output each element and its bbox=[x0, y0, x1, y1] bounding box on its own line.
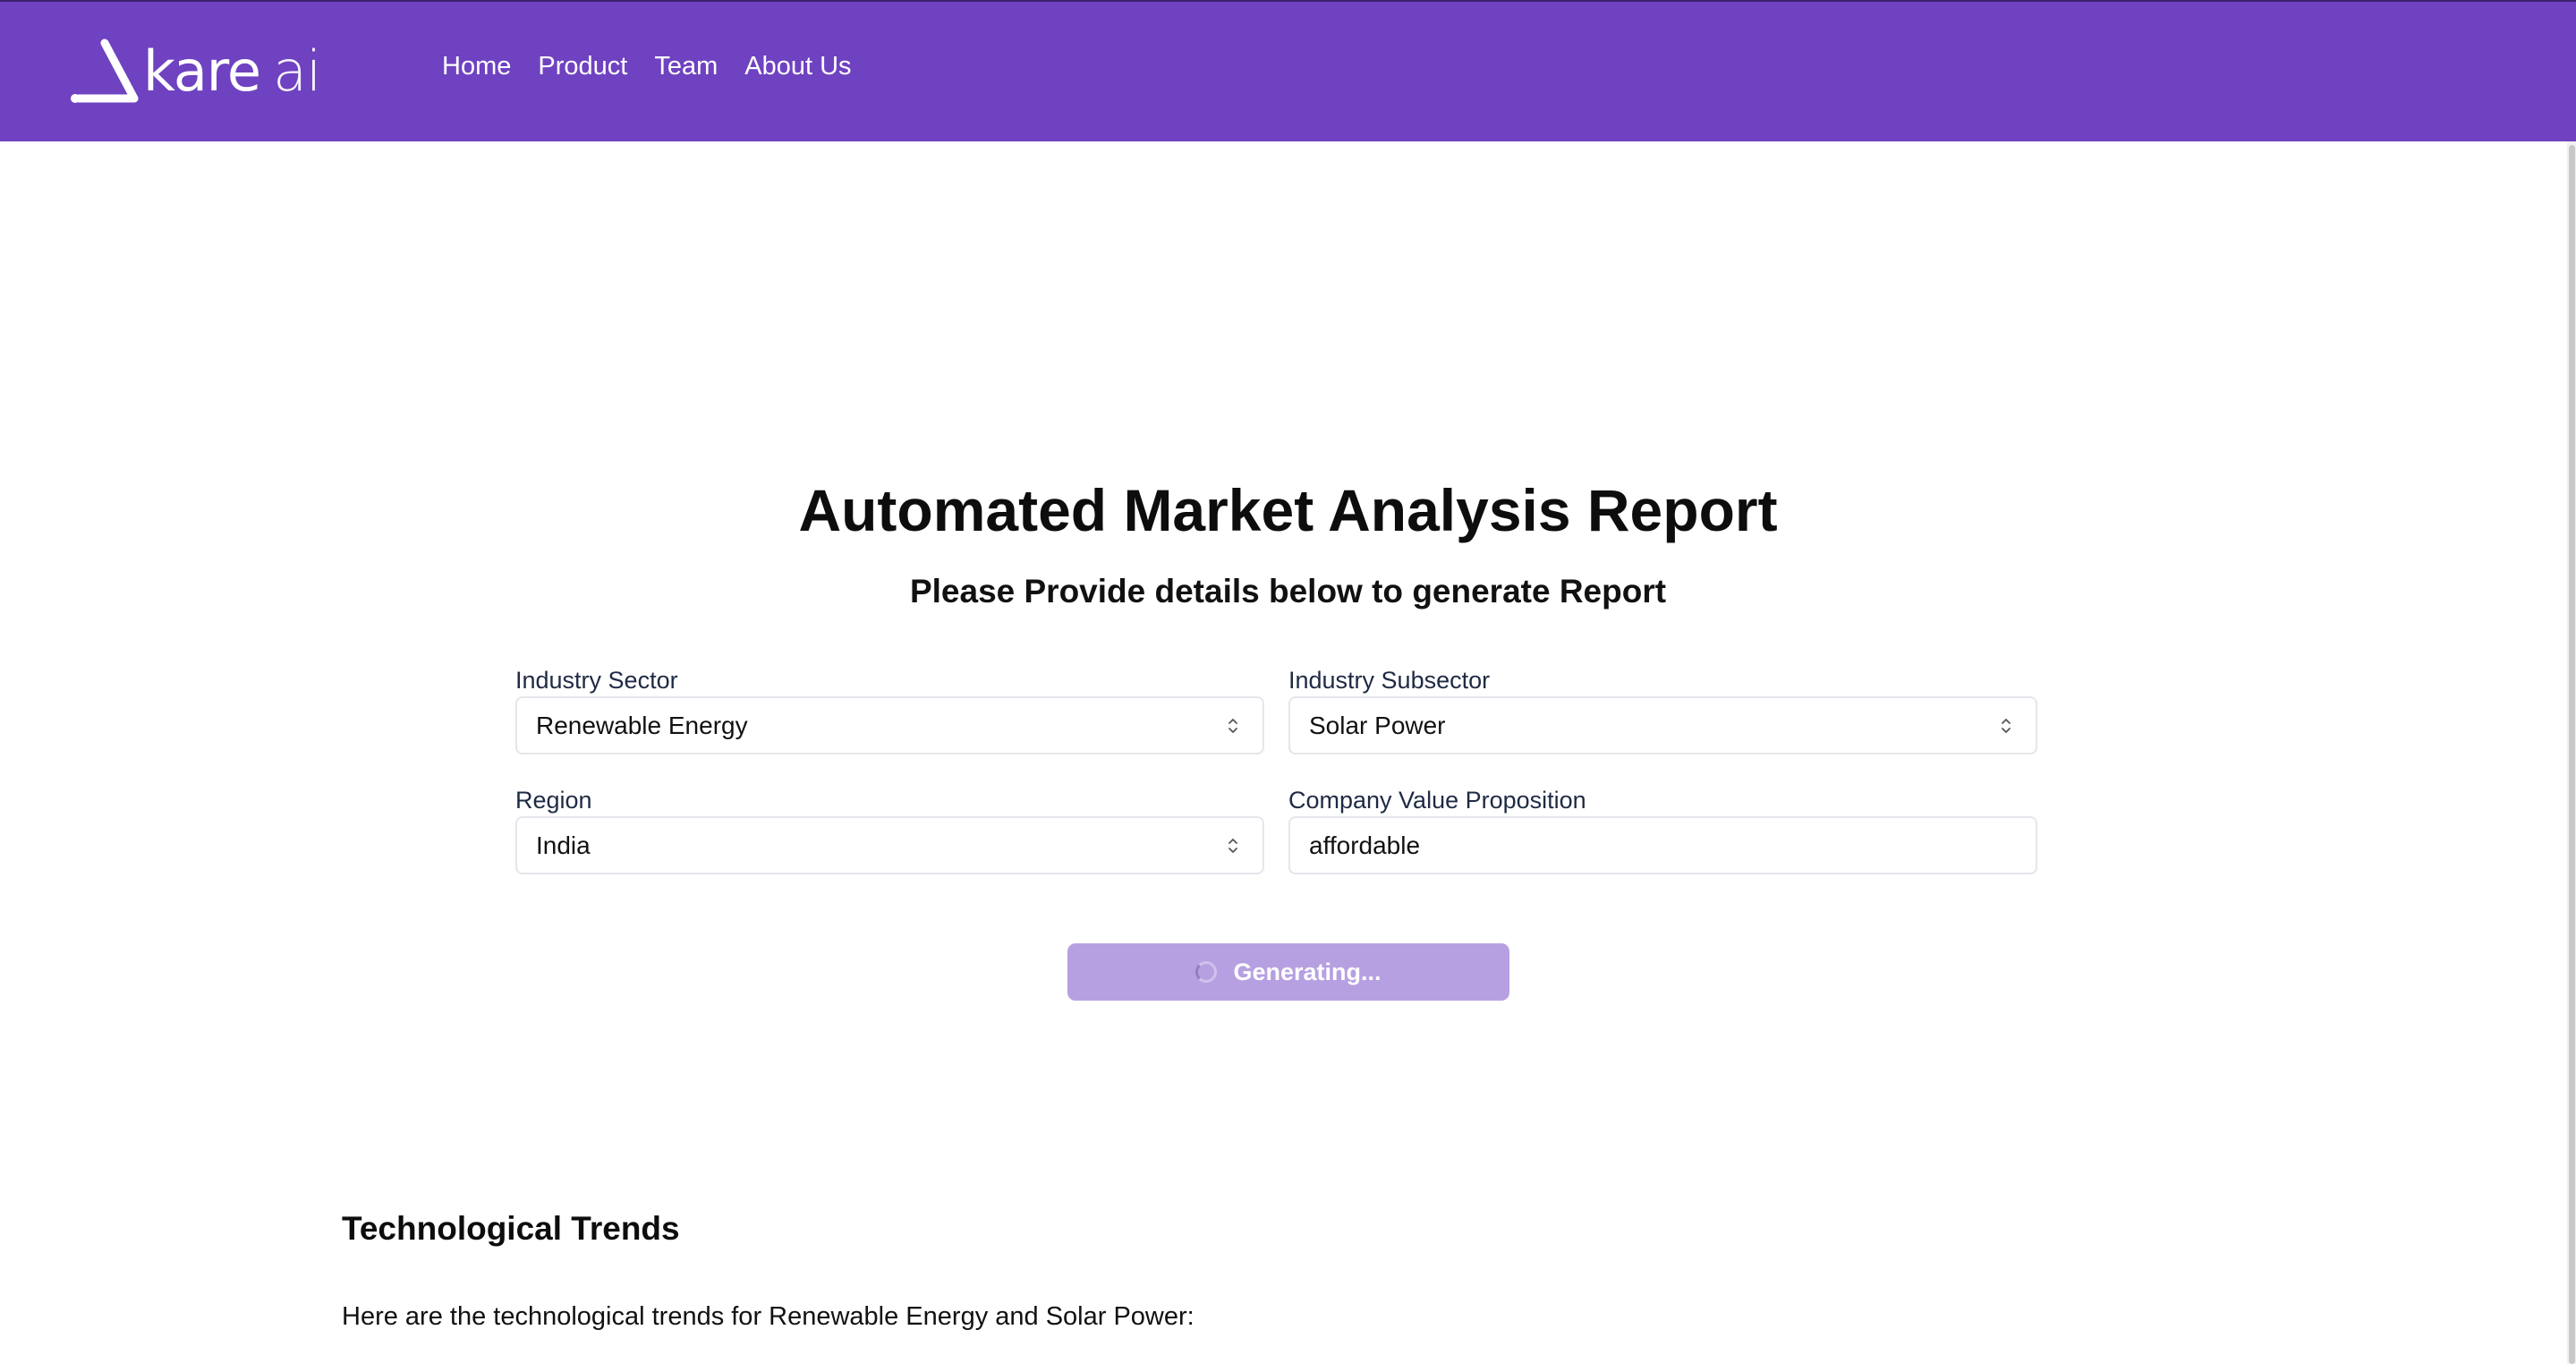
industry-subsector-select[interactable]: Solar Power bbox=[1288, 696, 2037, 754]
value-proposition-value: affordable bbox=[1309, 831, 1421, 859]
industry-subsector-label: Industry Subsector bbox=[1288, 667, 1491, 694]
logo-name: kare bbox=[143, 38, 261, 104]
industry-sector-select[interactable]: Renewable Energy bbox=[515, 696, 1264, 754]
industry-subsector-value: Solar Power bbox=[1309, 711, 1446, 739]
region-value: India bbox=[536, 831, 591, 859]
chevron-up-down-icon bbox=[1228, 838, 1237, 853]
generate-report-button[interactable]: Generating... bbox=[1067, 943, 1509, 1001]
page-subtitle: Please Provide details below to generate… bbox=[909, 573, 1667, 610]
main-nav: Home Product Team About Us bbox=[442, 52, 852, 81]
nav-team-link[interactable]: Team bbox=[654, 52, 718, 81]
industry-sector-value: Renewable Energy bbox=[536, 711, 748, 739]
nav-home-link[interactable]: Home bbox=[442, 52, 511, 81]
generate-button-label: Generating... bbox=[1233, 958, 1382, 985]
page-title: Automated Market Analysis Report bbox=[798, 477, 1778, 543]
region-select[interactable]: India bbox=[515, 816, 1264, 874]
value-proposition-input[interactable]: affordable bbox=[1288, 816, 2037, 874]
nav-about-us-link[interactable]: About Us bbox=[744, 52, 851, 81]
industry-sector-label: Industry Sector bbox=[515, 667, 678, 694]
triangle-logo-icon bbox=[71, 38, 139, 103]
chevron-up-down-icon bbox=[1228, 718, 1237, 733]
value-proposition-label: Company Value Proposition bbox=[1288, 787, 1586, 814]
logo-wordmark: kare ai bbox=[143, 44, 321, 99]
loading-spinner-icon bbox=[1195, 961, 1218, 983]
chevron-up-down-icon bbox=[2002, 718, 2011, 733]
nav-product-link[interactable]: Product bbox=[538, 52, 627, 81]
report-section-intro: Here are the technological trends for Re… bbox=[342, 1302, 1194, 1331]
logo-suffix: ai bbox=[273, 38, 321, 104]
report-section-title: Technological Trends bbox=[342, 1210, 680, 1247]
page-scrollbar-thumb[interactable] bbox=[2569, 145, 2575, 1364]
top-navbar: kare ai Home Product Team About Us bbox=[0, 0, 2576, 141]
kare-ai-logo[interactable]: kare ai bbox=[68, 38, 321, 106]
region-label: Region bbox=[515, 787, 592, 814]
